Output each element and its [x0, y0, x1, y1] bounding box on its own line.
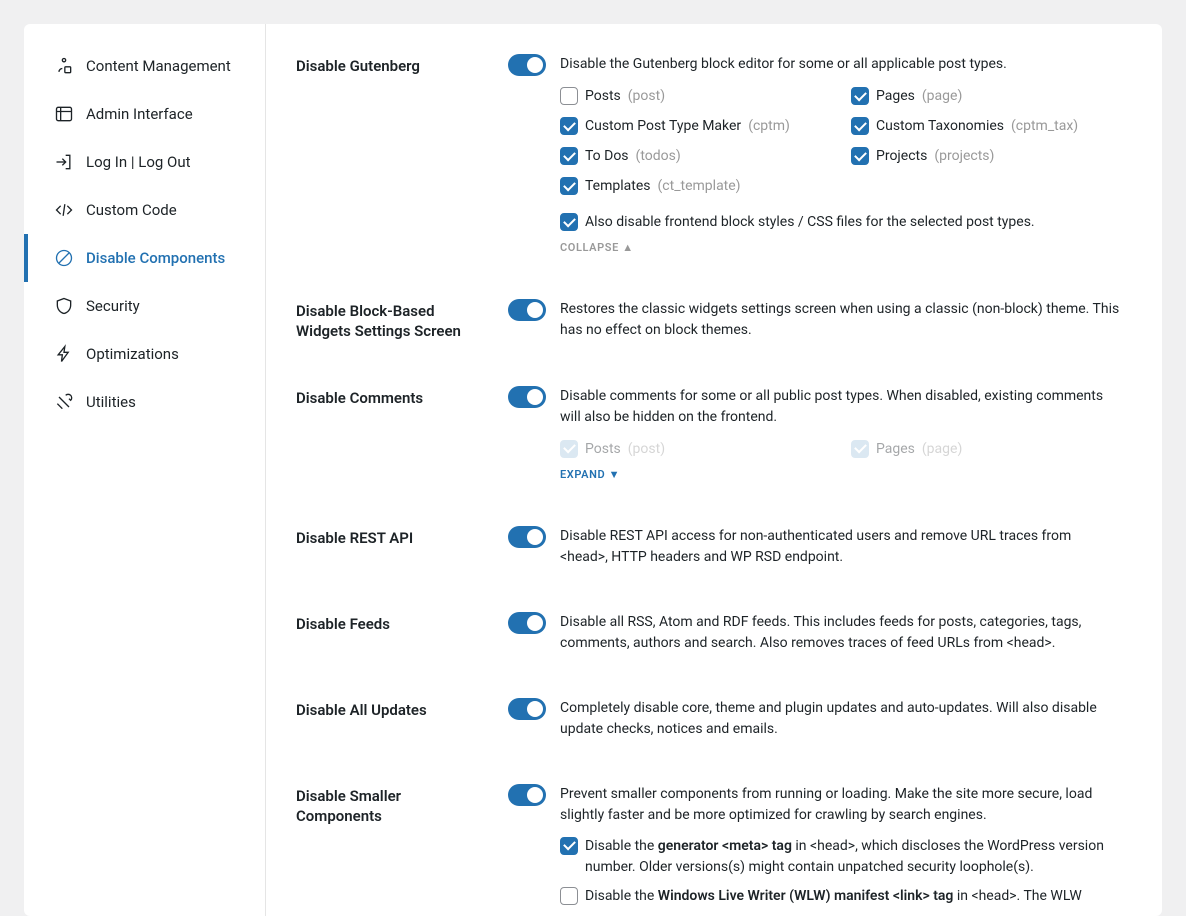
- checkbox-todos[interactable]: To Dos (todos): [560, 145, 831, 167]
- setting-title: Disable Smaller Components: [296, 784, 488, 827]
- sidebar-item-label: Optimizations: [86, 345, 179, 363]
- setting-disable-rest-api: Disable REST API Disable REST API access…: [296, 526, 1122, 568]
- checkbox-icon[interactable]: [851, 147, 869, 165]
- toggle-rest-api[interactable]: [508, 526, 546, 548]
- checkbox-projects[interactable]: Projects (projects): [851, 145, 1122, 167]
- toggle-block-widgets[interactable]: [508, 299, 546, 321]
- sidebar-item-optimizations[interactable]: Optimizations: [24, 330, 265, 378]
- admin-interface-icon: [54, 104, 74, 124]
- sidebar-item-label: Log In | Log Out: [86, 153, 191, 171]
- checkbox-posts[interactable]: Posts (post): [560, 85, 831, 107]
- sidebar-item-label: Admin Interface: [86, 105, 193, 123]
- sidebar-item-custom-code[interactable]: Custom Code: [24, 186, 265, 234]
- setting-disable-feeds: Disable Feeds Disable all RSS, Atom and …: [296, 612, 1122, 654]
- sidebar: Content Management Admin Interface Log I…: [24, 24, 266, 916]
- setting-desc: Disable REST API access for non-authenti…: [560, 526, 1122, 568]
- setting-title: Disable Gutenberg: [296, 54, 488, 76]
- settings-panel: Content Management Admin Interface Log I…: [24, 24, 1162, 916]
- setting-disable-updates: Disable All Updates Completely disable c…: [296, 698, 1122, 740]
- sidebar-item-disable-components[interactable]: Disable Components: [24, 234, 265, 282]
- setting-disable-smaller: Disable Smaller Components Prevent small…: [296, 784, 1122, 916]
- content-management-icon: [54, 56, 74, 76]
- sidebar-item-utilities[interactable]: Utilities: [24, 378, 265, 426]
- setting-title: Disable REST API: [296, 526, 488, 548]
- toggle-comments[interactable]: [508, 386, 546, 408]
- setting-disable-comments: Disable Comments Disable comments for so…: [296, 386, 1122, 482]
- utilities-icon: [54, 392, 74, 412]
- setting-desc: Disable comments for some or all public …: [560, 386, 1122, 428]
- comments-post-types: Posts (post) Pages (page): [560, 438, 1122, 460]
- login-logout-icon: [54, 152, 74, 172]
- sidebar-item-label: Utilities: [86, 393, 136, 411]
- setting-title: Disable Block-Based Widgets Settings Scr…: [296, 299, 488, 342]
- toggle-feeds[interactable]: [508, 612, 546, 634]
- setting-title: Disable All Updates: [296, 698, 488, 720]
- main-content: Disable Gutenberg Disable the Gutenberg …: [266, 24, 1162, 916]
- checkbox-icon[interactable]: [851, 87, 869, 105]
- sidebar-item-label: Custom Code: [86, 201, 177, 219]
- checkbox-icon[interactable]: [560, 87, 578, 105]
- sidebar-item-security[interactable]: Security: [24, 282, 265, 330]
- disable-components-icon: [54, 248, 74, 268]
- smaller-components-list: Disable the generator <meta> tag in <hea…: [560, 836, 1122, 908]
- checkbox-icon[interactable]: [560, 887, 578, 905]
- toggle-updates[interactable]: [508, 698, 546, 720]
- sidebar-item-label: Content Management: [86, 57, 231, 75]
- checkbox-templates[interactable]: Templates (ct_template): [560, 175, 831, 197]
- sidebar-item-label: Security: [86, 297, 140, 315]
- checkbox-icon: [560, 440, 578, 458]
- setting-desc: Disable all RSS, Atom and RDF feeds. Thi…: [560, 612, 1122, 654]
- checkbox-pages[interactable]: Pages (page): [851, 85, 1122, 107]
- shield-icon: [54, 296, 74, 316]
- setting-block-widgets: Disable Block-Based Widgets Settings Scr…: [296, 299, 1122, 342]
- checkbox-icon[interactable]: [851, 117, 869, 135]
- checkbox-wlw-manifest[interactable]: Disable the Windows Live Writer (WLW) ma…: [560, 886, 1122, 908]
- checkbox-disable-frontend-styles[interactable]: Also disable frontend block styles / CSS…: [560, 211, 1122, 233]
- collapse-link[interactable]: COLLAPSE ▲: [560, 241, 634, 254]
- sidebar-item-content-management[interactable]: Content Management: [24, 42, 265, 90]
- custom-code-icon: [54, 200, 74, 220]
- sidebar-item-admin-interface[interactable]: Admin Interface: [24, 90, 265, 138]
- setting-disable-gutenberg: Disable Gutenberg Disable the Gutenberg …: [296, 54, 1122, 255]
- setting-title: Disable Feeds: [296, 612, 488, 634]
- checkbox-icon[interactable]: [560, 213, 578, 231]
- setting-desc: Completely disable core, theme and plugi…: [560, 698, 1122, 740]
- checkbox-icon[interactable]: [560, 147, 578, 165]
- toggle-smaller[interactable]: [508, 784, 546, 806]
- checkbox-cptm[interactable]: Custom Post Type Maker (cptm): [560, 115, 831, 137]
- setting-desc: Prevent smaller components from running …: [560, 784, 1122, 826]
- checkbox-icon[interactable]: [560, 177, 578, 195]
- checkbox-cptm-tax[interactable]: Custom Taxonomies (cptm_tax): [851, 115, 1122, 137]
- setting-title: Disable Comments: [296, 386, 488, 408]
- gutenberg-post-types: Posts (post) Pages (page) Custom Post Ty…: [560, 85, 1122, 197]
- checkbox-generator-meta[interactable]: Disable the generator <meta> tag in <hea…: [560, 836, 1122, 878]
- setting-desc: Disable the Gutenberg block editor for s…: [560, 54, 1122, 75]
- sidebar-item-label: Disable Components: [86, 249, 225, 267]
- checkbox-icon[interactable]: [560, 117, 578, 135]
- toggle-gutenberg[interactable]: [508, 54, 546, 76]
- expand-link[interactable]: EXPAND ▼: [560, 468, 620, 481]
- lightning-icon: [54, 344, 74, 364]
- setting-desc: Restores the classic widgets settings sc…: [560, 299, 1122, 341]
- checkbox-posts-faded: Posts (post): [560, 438, 831, 460]
- checkbox-pages-faded: Pages (page): [851, 438, 1122, 460]
- checkbox-icon: [851, 440, 869, 458]
- sidebar-item-login-logout[interactable]: Log In | Log Out: [24, 138, 265, 186]
